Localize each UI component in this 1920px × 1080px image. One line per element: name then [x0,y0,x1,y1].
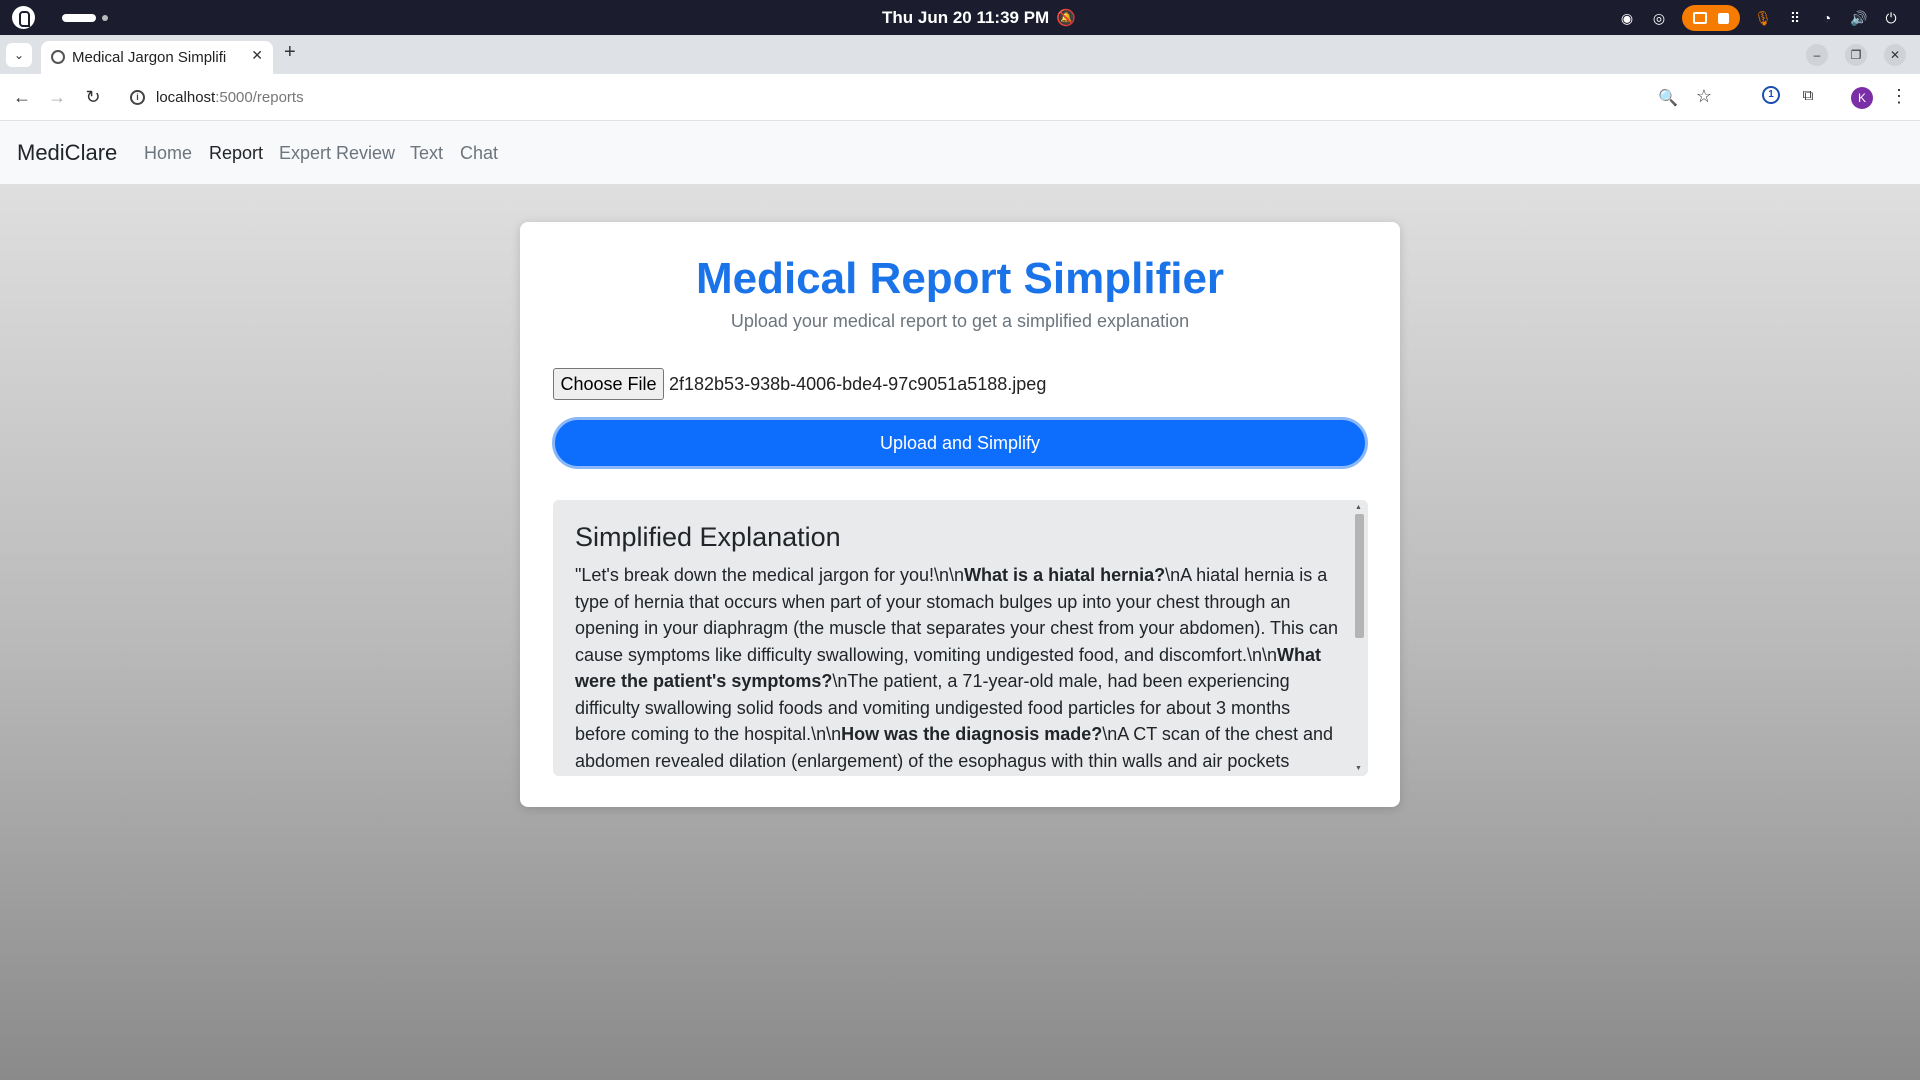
zoom-icon[interactable]: 🔍 [1658,88,1678,108]
selected-file-name: 2f182b53-938b-4006-bde4-97c9051a5188.jpe… [669,374,1047,394]
wifi-icon[interactable]: ◔ [1818,9,1836,27]
microphone-icon[interactable]: 🎙 [1754,9,1772,27]
volume-icon[interactable]: 🔊 [1850,9,1868,27]
browser-tab-active[interactable]: Medical Jargon Simplifi ✕ [41,41,273,74]
explanation-segment: "Let's break down the medical jargon for… [575,565,965,585]
brand-logo[interactable]: MediClare [17,140,117,166]
upload-and-simplify-button[interactable]: Upload and Simplify [552,417,1368,469]
workspace-indicator[interactable] [102,15,108,21]
browser-tab-strip: ⌄ Medical Jargon Simplifi ✕ + – ❐ ✕ [0,35,1920,74]
choose-file-button[interactable]: Choose File [553,368,664,400]
minimize-button[interactable]: – [1806,44,1828,66]
bookmark-star-icon[interactable]: ☆ [1696,86,1712,107]
explanation-question: What is a hiatal hernia? [964,565,1166,585]
reload-icon[interactable]: ↻ [82,86,104,108]
password-extension-badge: 1 [1762,86,1780,104]
url-path: :5000/reports [215,89,304,106]
power-icon[interactable]: ⏻ [1882,9,1900,27]
nav-text[interactable]: Text [410,143,443,164]
password-extension-icon[interactable]: 1 [1762,86,1782,106]
forward-icon[interactable]: → [46,86,68,108]
site-info-icon[interactable]: i [130,90,145,105]
profile-avatar[interactable]: K [1851,87,1873,109]
new-tab-button[interactable]: + [284,41,296,64]
browser-menu-icon[interactable]: ⋮ [1890,86,1908,107]
tab-title: Medical Jargon Simplifi [72,49,227,66]
nav-home[interactable]: Home [144,143,192,164]
screen-recording-indicator[interactable] [1682,5,1740,31]
password-manager-tray-icon[interactable]: ◉ [1618,9,1636,27]
url-text[interactable]: localhost:5000/reports [156,89,304,106]
close-window-button[interactable]: ✕ [1884,44,1906,66]
explanation-question: How was the diagnosis made? [841,724,1103,744]
result-heading: Simplified Explanation [575,522,841,552]
explanation-text: "Let's break down the medical jargon for… [575,562,1345,776]
notifications-muted-icon: 🔕 [1056,10,1076,27]
address-bar[interactable]: i localhost:5000/reports 🔍 ☆ [118,80,1728,115]
active-workspace-indicator[interactable] [62,14,96,22]
browser-toolbar: ← → ↻ i localhost:5000/reports 🔍 ☆ 1 ⧉ K… [0,74,1920,121]
nav-report[interactable]: Report [209,143,263,164]
nav-chat[interactable]: Chat [460,143,498,164]
extensions-puzzle-icon[interactable]: ⧉ [1798,86,1818,106]
screen-share-icon [1693,12,1708,24]
site-navbar: MediClare Home Report Expert Review Text… [0,121,1920,184]
url-host: localhost [156,89,216,106]
clock[interactable]: Thu Jun 20 11:39 PM [882,8,1049,28]
page-subtitle: Upload your medical report to get a simp… [730,311,1190,331]
simplified-explanation-panel[interactable]: Simplified Explanation "Let's break down… [553,500,1368,776]
scroll-up-arrow-icon[interactable]: ▲ [1355,504,1362,511]
app-grid-icon[interactable]: ⠿ [1786,9,1804,27]
fedora-logo-icon[interactable] [12,6,35,29]
stop-recording-icon[interactable] [1717,12,1729,24]
page-title: Medical Report Simplifier [695,254,1225,303]
scroll-thumb[interactable] [1355,514,1364,638]
system-tray: ◉ ◎ 🎙 ⠿ ◔ 🔊 ⏻ [1618,5,1900,31]
page-content: MediClare Home Report Expert Review Text… [0,121,1920,1080]
back-icon[interactable]: ← [11,86,33,108]
restore-button[interactable]: ❐ [1845,44,1867,66]
system-top-bar: Thu Jun 20 11:39 PM 🔕 ◉ ◎ 🎙 ⠿ ◔ 🔊 ⏻ [0,0,1920,35]
discord-tray-icon[interactable]: ◎ [1650,9,1668,27]
nav-expert-review[interactable]: Expert Review [279,143,395,164]
scroll-down-arrow-icon[interactable]: ▼ [1355,765,1362,772]
explanation-scrollbar[interactable]: ▲ ▼ [1352,500,1366,776]
simplifier-card: Medical Report Simplifier Upload your me… [520,222,1400,807]
tab-search-button[interactable]: ⌄ [6,43,32,67]
globe-icon [51,50,65,64]
close-tab-icon[interactable]: ✕ [251,47,263,64]
